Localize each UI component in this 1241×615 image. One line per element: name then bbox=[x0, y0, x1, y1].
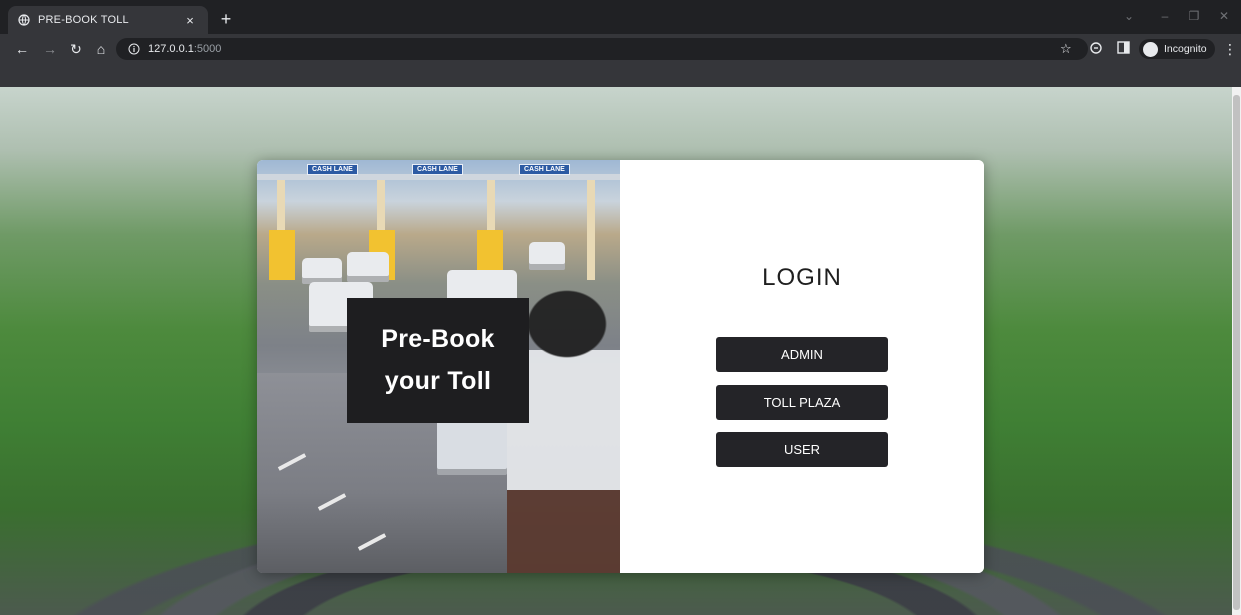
incognito-icon bbox=[1143, 41, 1158, 57]
page-scrollbar[interactable] bbox=[1232, 87, 1241, 615]
vehicle bbox=[302, 258, 342, 284]
browser-toolbar: ← → ↻ ⌂ 127.0.0.1:5000 ☆ Incognito ⋮ bbox=[0, 34, 1241, 64]
restore-icon[interactable]: ❐ bbox=[1187, 9, 1201, 23]
promo-line-1: Pre-Book bbox=[381, 325, 495, 353]
admin-button[interactable]: ADMIN bbox=[716, 337, 888, 372]
menu-icon[interactable]: ⋮ bbox=[1222, 41, 1238, 57]
toolbar-extension bbox=[0, 64, 1241, 87]
address-bar[interactable]: 127.0.0.1:5000 bbox=[116, 38, 1088, 60]
close-window-icon[interactable]: ✕ bbox=[1217, 9, 1231, 23]
home-icon[interactable]: ⌂ bbox=[93, 41, 109, 57]
info-icon[interactable] bbox=[128, 43, 140, 55]
back-arrow-icon[interactable]: ← bbox=[14, 41, 30, 57]
pillar bbox=[587, 180, 595, 280]
star-icon[interactable]: ☆ bbox=[1060, 41, 1072, 57]
promo-box: Pre-Book your Toll bbox=[347, 298, 529, 423]
new-tab-icon[interactable]: + bbox=[217, 10, 235, 28]
side-panel-icon[interactable] bbox=[1115, 41, 1131, 57]
toll-booth bbox=[269, 230, 295, 280]
page-background: CASH LANE CASH LANE CASH LANE Pre-Book y… bbox=[0, 87, 1241, 615]
reload-icon[interactable]: ↻ bbox=[68, 41, 84, 57]
browser-tab[interactable]: PRE-BOOK TOLL × bbox=[8, 6, 208, 34]
login-panel: LOGIN ADMIN TOLL PLAZA USER bbox=[620, 160, 984, 573]
vehicle bbox=[347, 252, 389, 282]
minimize-icon[interactable]: – bbox=[1158, 9, 1172, 23]
incognito-badge[interactable]: Incognito bbox=[1139, 39, 1215, 59]
tab-strip: PRE-BOOK TOLL × + ⌄ – ❐ ✕ bbox=[0, 0, 1241, 34]
browser-chrome: PRE-BOOK TOLL × + ⌄ – ❐ ✕ ← → ↻ ⌂ 127.0.… bbox=[0, 0, 1241, 87]
login-card: CASH LANE CASH LANE CASH LANE Pre-Book y… bbox=[257, 160, 984, 573]
tab-title: PRE-BOOK TOLL bbox=[38, 14, 129, 26]
globe-icon bbox=[18, 14, 30, 26]
tab-close-icon[interactable]: × bbox=[182, 13, 198, 28]
lane-sign: CASH LANE bbox=[519, 164, 570, 175]
forward-arrow-icon[interactable]: → bbox=[42, 41, 58, 57]
toll-plaza-button[interactable]: TOLL PLAZA bbox=[716, 385, 888, 420]
chevron-down-icon[interactable]: ⌄ bbox=[1122, 9, 1136, 23]
extension-icon[interactable] bbox=[1088, 41, 1104, 57]
login-title: LOGIN bbox=[762, 264, 842, 291]
promo-line-2: your Toll bbox=[384, 367, 492, 395]
user-button[interactable]: USER bbox=[716, 432, 888, 467]
toll-plaza-photo: CASH LANE CASH LANE CASH LANE Pre-Book y… bbox=[257, 160, 620, 573]
vehicle bbox=[529, 242, 565, 270]
url-host: 127.0.0.1 bbox=[148, 43, 194, 55]
lane-sign: CASH LANE bbox=[307, 164, 358, 175]
url-port: :5000 bbox=[193, 43, 222, 55]
incognito-label: Incognito bbox=[1164, 43, 1207, 55]
scrollbar-thumb[interactable] bbox=[1233, 95, 1240, 610]
lane-sign: CASH LANE bbox=[412, 164, 463, 175]
